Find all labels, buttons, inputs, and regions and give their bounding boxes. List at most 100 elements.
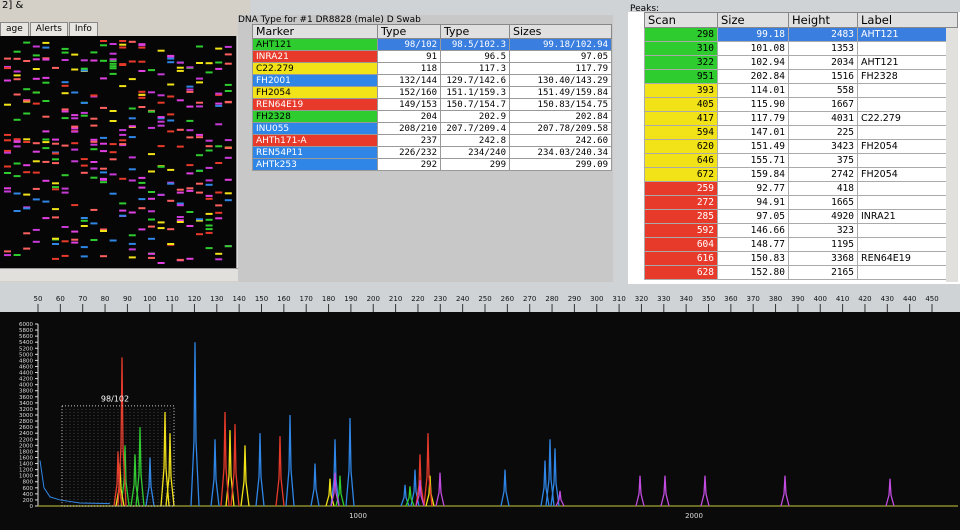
tab-info[interactable]: Info bbox=[68, 22, 98, 36]
gel-band bbox=[224, 178, 232, 181]
size-tick-label: 120 bbox=[188, 295, 201, 303]
type-cell: 149/153 bbox=[377, 98, 441, 111]
gel-band bbox=[13, 140, 21, 143]
col-type-2[interactable]: Type bbox=[440, 24, 510, 39]
dna-row[interactable]: C22.279 118 117.3 117.79 bbox=[252, 62, 612, 75]
gel-band bbox=[109, 58, 117, 61]
gel-band bbox=[52, 138, 59, 141]
gel-band bbox=[109, 173, 117, 176]
gel-band bbox=[215, 104, 223, 107]
peak-row[interactable]: 298 99.18 2483 AHT121 bbox=[644, 27, 958, 42]
sizes-cell: 99.18/102.94 bbox=[509, 38, 612, 51]
peak-row[interactable]: 646 155.71 375 bbox=[644, 153, 958, 168]
size-tick-label: 80 bbox=[101, 295, 110, 303]
col-marker[interactable]: Marker bbox=[252, 24, 378, 39]
gel-band bbox=[167, 182, 175, 185]
gel-band bbox=[61, 144, 69, 147]
col-sizes[interactable]: Sizes bbox=[509, 24, 612, 39]
dna-row[interactable]: AHT121 98/102 98.5/102.3 99.18/102.94 bbox=[252, 38, 612, 51]
gel-band bbox=[4, 103, 11, 106]
size-tick-label: 450 bbox=[925, 295, 938, 303]
dna-row[interactable]: FH2054 152/160 151.1/159.3 151.49/159.84 bbox=[252, 86, 612, 99]
gel-band bbox=[23, 60, 31, 62]
peak-row[interactable]: 393 114.01 558 bbox=[644, 83, 958, 98]
tab-alerts[interactable]: Alerts bbox=[29, 22, 68, 36]
dna-row[interactable]: INU055 208/210 207.7/209.4 207.78/209.58 bbox=[252, 122, 612, 135]
peak-row[interactable]: 285 97.05 4920 INRA21 bbox=[644, 209, 958, 224]
gel-band bbox=[61, 240, 69, 243]
size-tick-label: 110 bbox=[165, 295, 178, 303]
gel-band bbox=[52, 152, 59, 155]
gel-band bbox=[148, 153, 155, 156]
marker-cell: REN64E19 bbox=[252, 98, 378, 111]
peak-row[interactable]: 592 146.66 323 bbox=[644, 223, 958, 238]
size-cell: 92.77 bbox=[717, 181, 789, 196]
peak-row[interactable]: 259 92.77 418 bbox=[644, 181, 958, 196]
gel-band bbox=[4, 190, 11, 193]
gel-band bbox=[186, 129, 194, 132]
dna-row[interactable]: REN64E19 149/153 150.7/154.7 150.83/154.75 bbox=[252, 98, 612, 111]
size-tick-label: 50 bbox=[34, 295, 43, 303]
scan-cell: 620 bbox=[644, 139, 718, 154]
scan-cell: 951 bbox=[644, 69, 718, 84]
peak-row[interactable]: 951 202.84 1516 FH2328 bbox=[644, 69, 958, 84]
sizes-cell: 151.49/159.84 bbox=[509, 86, 612, 99]
height-cell: 1665 bbox=[788, 195, 858, 210]
gel-band bbox=[80, 59, 88, 62]
peak-row[interactable]: 672 159.84 2742 FH2054 bbox=[644, 167, 958, 182]
peak-row[interactable]: 620 151.49 3423 FH2054 bbox=[644, 139, 958, 154]
col-size[interactable]: Size bbox=[717, 12, 789, 28]
gel-band bbox=[109, 43, 117, 45]
peak-purple bbox=[635, 475, 645, 507]
y-tick-label: 3600 bbox=[19, 395, 33, 401]
gel-band bbox=[109, 158, 117, 161]
dna-row[interactable]: AHTh171-A 237 242.8 242.60 bbox=[252, 134, 612, 147]
peak-row[interactable]: 405 115.90 1667 bbox=[644, 97, 958, 112]
dna-row[interactable]: FH2328 204 202.9 202.84 bbox=[252, 110, 612, 123]
electropherogram[interactable]: 50 60 70 80 90 100 110 120 130 140 150 160 170 180 190… bbox=[0, 288, 960, 530]
type2-cell: 129.7/142.6 bbox=[440, 74, 510, 87]
peaks-panel: Scan Size Height Label 298 99.18 2483 AHT12… bbox=[628, 12, 960, 284]
col-type[interactable]: Type bbox=[377, 24, 441, 39]
peak-row[interactable]: 628 152.80 2165 bbox=[644, 265, 958, 280]
peak-row[interactable]: 272 94.91 1665 bbox=[644, 195, 958, 210]
size-tick-label: 90 bbox=[123, 295, 132, 303]
peaks-scrollbar[interactable] bbox=[946, 28, 958, 282]
y-tick-label: 3400 bbox=[19, 401, 33, 407]
gel-horizontal-scrollbar[interactable] bbox=[0, 268, 248, 281]
dna-row[interactable]: AHTk253 292 299 299.09 bbox=[252, 158, 612, 171]
height-cell: 323 bbox=[788, 223, 858, 238]
gel-image[interactable] bbox=[0, 36, 236, 268]
gel-band bbox=[32, 150, 40, 153]
peak-row[interactable]: 604 148.77 1195 bbox=[644, 237, 958, 252]
peak-row[interactable]: 616 150.83 3368 REN64E19 bbox=[644, 251, 958, 266]
scan-cell: 259 bbox=[644, 181, 718, 196]
gel-band bbox=[119, 143, 127, 146]
col-scan[interactable]: Scan bbox=[644, 12, 718, 28]
peak-row[interactable]: 594 147.01 225 bbox=[644, 125, 958, 140]
gel-band bbox=[100, 177, 107, 180]
dna-row[interactable]: REN54P11 226/232 234/240 234.03/240.34 bbox=[252, 146, 612, 159]
gel-band bbox=[196, 105, 203, 108]
col-height[interactable]: Height bbox=[788, 12, 858, 28]
col-label[interactable]: Label bbox=[857, 12, 958, 28]
gel-band bbox=[215, 217, 223, 220]
label-cell bbox=[857, 237, 958, 252]
gel-band bbox=[109, 65, 117, 68]
gel-band bbox=[186, 225, 194, 227]
gel-band bbox=[224, 53, 232, 56]
gel-band bbox=[196, 101, 203, 104]
gel-band bbox=[71, 53, 79, 56]
marker-cell: FH2328 bbox=[252, 110, 378, 123]
peak-row[interactable]: 417 117.79 4031 C22.279 bbox=[644, 111, 958, 126]
tab-image[interactable]: age bbox=[0, 22, 29, 36]
gel-band bbox=[138, 106, 146, 108]
dna-row[interactable]: FH2001 132/144 129.7/142.6 130.40/143.29 bbox=[252, 74, 612, 87]
peak-row[interactable]: 310 101.08 1353 bbox=[644, 41, 958, 56]
dna-row[interactable]: INRA21 91 96.5 97.05 bbox=[252, 50, 612, 63]
peak-row[interactable]: 322 102.94 2034 AHT121 bbox=[644, 55, 958, 70]
gel-band bbox=[23, 141, 31, 143]
gel-band bbox=[23, 171, 31, 174]
gel-band bbox=[224, 199, 232, 202]
gel-band bbox=[215, 47, 223, 50]
